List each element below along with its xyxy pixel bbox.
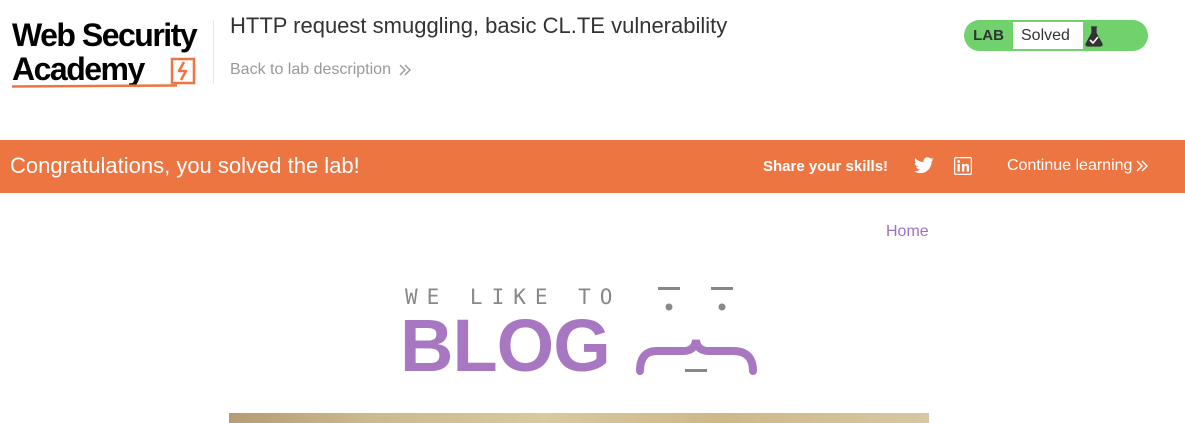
- twitter-icon[interactable]: [914, 157, 934, 175]
- continue-learning-label: Continue learning: [1007, 157, 1133, 174]
- home-nav-link[interactable]: Home: [886, 223, 929, 241]
- flask-icon: [1085, 26, 1103, 47]
- lab-status-widget: LAB Solved: [964, 20, 1148, 51]
- logo-text-line1: Web Security: [12, 17, 198, 53]
- blog-logo-word: BLOG: [400, 304, 611, 387]
- share-skills-label: Share your skills!: [763, 158, 889, 175]
- back-to-lab-description-link[interactable]: Back to lab description: [230, 61, 411, 79]
- double-chevron-right-icon: [399, 64, 411, 76]
- web-security-academy-logo[interactable]: Web Security Academy: [12, 18, 212, 90]
- continue-learning-link[interactable]: Continue learning: [1007, 157, 1149, 175]
- back-link-label: Back to lab description: [230, 61, 391, 78]
- lab-header: Web Security Academy HTTP request smuggl…: [0, 0, 1185, 140]
- linkedin-icon[interactable]: [954, 157, 972, 175]
- logo-text-line2: Academy: [12, 51, 145, 87]
- double-chevron-right-icon: [1136, 160, 1149, 172]
- lab-title: HTTP request smuggling, basic CL.TE vuln…: [230, 13, 728, 38]
- lightning-bolt-icon: [170, 57, 196, 85]
- lab-status-label: LAB: [973, 27, 1004, 44]
- lab-status-value: Solved: [1013, 22, 1083, 49]
- solved-banner: Congratulations, you solved the lab! Sha…: [0, 140, 1185, 193]
- header-divider: [213, 20, 214, 84]
- blog-hero-image: [229, 413, 929, 423]
- congratulations-message: Congratulations, you solved the lab!: [10, 153, 360, 178]
- logo-underline: [12, 84, 177, 88]
- blog-face-icon: [636, 287, 757, 375]
